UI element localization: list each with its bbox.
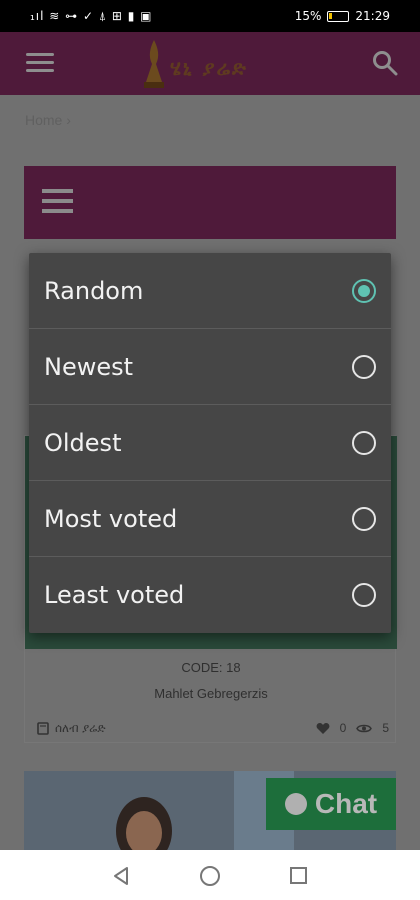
sort-dropdown: Random Newest Oldest Most voted Least vo… <box>29 253 391 633</box>
category-menu-bar[interactable] <box>24 166 396 239</box>
heart-icon[interactable] <box>316 722 330 735</box>
site-logo[interactable]: ሄኒ ያሬድ <box>140 38 290 90</box>
status-icons: ₁ıl ≋ ⊶ ✓ ⍋ ⊞ ▮ ▣ <box>30 8 153 23</box>
sort-option-label: Newest <box>44 353 134 381</box>
eye-icon <box>356 724 373 732</box>
chat-button[interactable]: Chat <box>266 778 396 830</box>
category-menu-icon[interactable] <box>42 189 73 214</box>
breadcrumb-home[interactable]: Home <box>25 112 62 128</box>
card-footer: ሰለብ ያሬድ 0 5 <box>25 714 397 744</box>
logo-figure-icon <box>144 40 164 88</box>
view-count: 5 <box>382 721 389 735</box>
radio-button[interactable] <box>352 583 376 607</box>
app-header: ሄኒ ያሬድ <box>0 32 420 95</box>
logo-text: ሄኒ ያሬድ <box>170 56 248 80</box>
back-icon[interactable] <box>112 866 130 886</box>
status-bar: ₁ıl ≋ ⊶ ✓ ⍋ ⊞ ▮ ▣ 15% 21:29 <box>0 0 420 32</box>
sort-option-random[interactable]: Random <box>29 253 391 329</box>
home-icon[interactable] <box>200 866 220 886</box>
radio-button[interactable] <box>352 431 376 455</box>
recent-apps-icon[interactable] <box>290 867 307 884</box>
battery-icon <box>327 10 350 22</box>
system-nav-bar <box>0 850 420 900</box>
chat-bubble-icon <box>284 793 307 815</box>
battery-percent: 15% <box>294 9 322 23</box>
sort-option-most-voted[interactable]: Most voted <box>29 481 391 557</box>
menu-icon[interactable] <box>26 53 54 73</box>
book-icon <box>37 722 49 735</box>
chat-label: Chat <box>314 788 378 819</box>
sort-option-label: Least voted <box>44 581 185 609</box>
search-icon[interactable] <box>372 50 398 76</box>
like-count: 0 <box>339 721 347 735</box>
author-name[interactable]: ሰለብ ያሬድ <box>55 721 106 736</box>
sort-option-newest[interactable]: Newest <box>29 329 391 405</box>
breadcrumb-separator: › <box>66 112 71 128</box>
sort-option-label: Random <box>44 277 144 305</box>
sort-option-least-voted[interactable]: Least voted <box>29 557 391 633</box>
clock: 21:29 <box>355 9 390 23</box>
sort-option-label: Oldest <box>44 429 122 457</box>
contestant-name[interactable]: Mahlet Gebregerzis <box>25 686 397 701</box>
radio-button[interactable] <box>352 507 376 531</box>
radio-button[interactable] <box>352 355 376 379</box>
sort-option-label: Most voted <box>44 505 178 533</box>
radio-button-checked[interactable] <box>352 279 376 303</box>
sort-option-oldest[interactable]: Oldest <box>29 405 391 481</box>
contestant-code: CODE: 18 <box>181 660 241 675</box>
breadcrumb: Home › <box>25 112 71 128</box>
